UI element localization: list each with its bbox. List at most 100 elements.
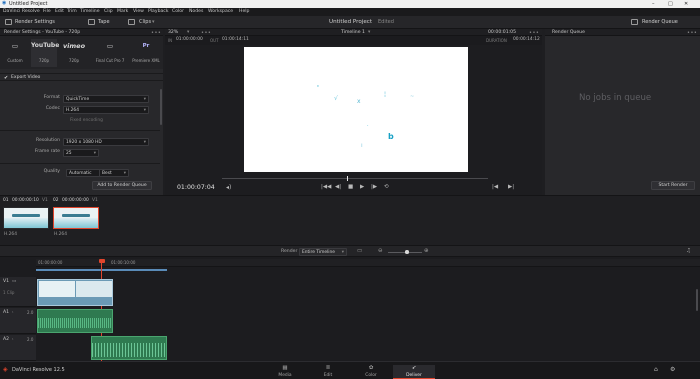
timeline-name[interactable]: Timeline 1 [341,30,365,36]
preset-custom[interactable]: ▭ Custom [2,39,28,67]
preset-vimeo-label: 720p [68,58,80,63]
maximize-button[interactable]: □ [668,1,673,7]
preset-final-cut-label: Final Cut Pro 7 [95,58,125,63]
timeline-zoom-slider[interactable] [388,250,422,254]
page-bar: ◈ DaVinci Resolve 12.5 ▦ Media ≣ Edit ✿ … [0,361,700,379]
menu-timeline[interactable]: Timeline [80,9,100,15]
project-manager-icon[interactable]: ⌂ [654,367,658,373]
clip-view-icon[interactable]: ▭ [357,248,362,255]
tape-button[interactable]: Tape [98,19,110,25]
render-queue-button[interactable]: Render Queue [642,19,678,25]
preset-youtube-label: 720p [38,58,50,63]
stop-icon[interactable]: ■ [348,184,353,191]
track-sub: 1 Clip [3,290,15,295]
start-render-button[interactable]: Start Render [651,181,695,190]
timeline-dropdown-icon[interactable]: ▾ [368,30,370,36]
menu-trim[interactable]: Trim [67,9,77,15]
quality-select[interactable]: Best ▾ [99,168,129,177]
loop-icon[interactable]: ⟲ [384,184,389,191]
menu-file[interactable]: File [43,9,51,15]
render-settings-icon[interactable] [5,19,12,25]
zoom-dropdown-icon[interactable]: ▾ [187,30,189,36]
clips-icon[interactable] [128,19,135,25]
menu-mark[interactable]: Mark [117,9,128,15]
prev-frame-icon[interactable]: |◀ [492,184,498,191]
video-clip[interactable] [37,279,113,306]
preset-custom-icon: ▭ [11,42,19,50]
page-media[interactable]: ▦ Media [264,365,306,379]
page-color-label: Color [365,372,377,378]
format-select[interactable]: QuickTime ▾ [63,94,149,103]
menu-playback[interactable]: Playback [148,9,169,15]
track-lock-icon[interactable]: ᴸ [12,311,13,315]
preset-youtube[interactable]: YouTube 720p [31,39,59,67]
menu-edit[interactable]: Edit [55,9,64,15]
add-to-render-queue-button[interactable]: Add to Render Queue [92,181,152,190]
framerate-select[interactable]: 25 ▾ [63,148,99,157]
out-label: OUT [210,37,219,43]
step-forward-icon[interactable]: |▶ [371,184,377,191]
track-lock-icon[interactable]: ᴸ [12,338,13,342]
volume-icon[interactable]: ◂) [226,185,231,191]
next-frame-icon[interactable]: ▶| [508,184,514,191]
menu-clip[interactable]: Clip [104,9,113,15]
render-queue-panel: Render Queue ••• No jobs in queue Start … [545,29,700,195]
step-back-icon[interactable]: ◀| [335,184,341,191]
vimeo-logo: vimeo [62,42,86,50]
menu-workspace[interactable]: Workspace [208,9,233,15]
play-icon[interactable]: ▶ [360,184,364,191]
page-edit[interactable]: ≣ Edit [307,365,349,379]
menu-view[interactable]: View [133,9,144,15]
clips-dropdown-icon[interactable]: ▾ [152,19,155,25]
menu-davinci[interactable]: DaVinci Resolve [3,9,40,15]
preset-premiere[interactable]: Pr Premiere XML [131,39,161,67]
audio-clip[interactable] [37,309,113,333]
davinci-resolve-window: ◉ Untitled Project – □ ✕ DaVinci Resolve… [0,0,700,379]
close-button[interactable]: ✕ [684,1,688,7]
track-monitor-icon[interactable]: ▭ [12,279,16,285]
page-color[interactable]: ✿ Color [350,365,392,379]
panel-scrollbar[interactable] [160,89,162,125]
out-value: 01:00:14:11 [222,37,249,43]
zoom-slider-handle[interactable] [405,250,409,254]
menu-color[interactable]: Color [172,9,184,15]
tape-icon[interactable] [88,19,95,25]
preset-final-cut[interactable]: ▭ Final Cut Pro 7 [93,39,127,67]
resolution-row: Resolution 1920 x 1080 HD ▾ [0,137,160,147]
codec-label: Codec [45,106,60,111]
page-deliver[interactable]: ➶ Deliver [393,365,435,379]
queue-options-icon[interactable]: ••• [687,30,697,36]
render-range-select[interactable]: Entire Timeline ▾ [299,247,347,256]
resolution-select[interactable]: 1920 x 1080 HD ▾ [63,137,149,146]
codec-select[interactable]: H.264 ▾ [63,105,149,114]
export-video-checkbox[interactable]: ✔ [4,75,8,81]
jump-start-icon[interactable]: |◀◀ [321,184,331,191]
zoom-out-icon[interactable]: ⊖ [378,248,383,255]
zoom-in-icon[interactable]: ⊕ [424,248,429,255]
clip-2-thumbnail[interactable] [53,207,99,229]
playhead-handle[interactable] [98,259,105,263]
timeline-ruler[interactable]: 01:00:00:00 01:00:10:00 [36,259,700,267]
viewer-header: 32% ▾ ••• Timeline 1 ▾ 00:00:01:05 ••• [165,29,542,36]
in-label: IN [168,37,173,43]
ruler-time: 01:00:10:00 [111,260,136,265]
scrubber-track[interactable] [222,176,488,181]
render-queue-icon[interactable] [631,19,638,25]
menu-nodes[interactable]: Nodes [189,9,203,15]
clips-button[interactable]: Clips [139,19,151,25]
settings-gear-icon[interactable]: ⚙ [670,367,675,373]
menu-help[interactable]: Help [239,9,249,15]
render-range-label: Render [281,248,298,254]
preset-vimeo[interactable]: vimeo 720p [61,39,87,67]
zoom-level[interactable]: 32% [168,30,178,36]
timeline-scrollbar[interactable] [696,289,698,311]
minimize-button[interactable]: – [652,1,655,7]
scrubber-playhead[interactable] [347,176,349,181]
clip-1-thumbnail[interactable] [3,207,49,229]
page-deliver-label: Deliver [406,372,422,378]
render-settings-button[interactable]: Render Settings [15,19,55,25]
music-icon[interactable]: ♫ [686,248,691,255]
quality-mode-select[interactable]: Automatic [66,168,102,177]
track-header-a1: A1 ᴸ 2.0 [0,308,36,334]
audio-clip[interactable] [91,336,167,360]
